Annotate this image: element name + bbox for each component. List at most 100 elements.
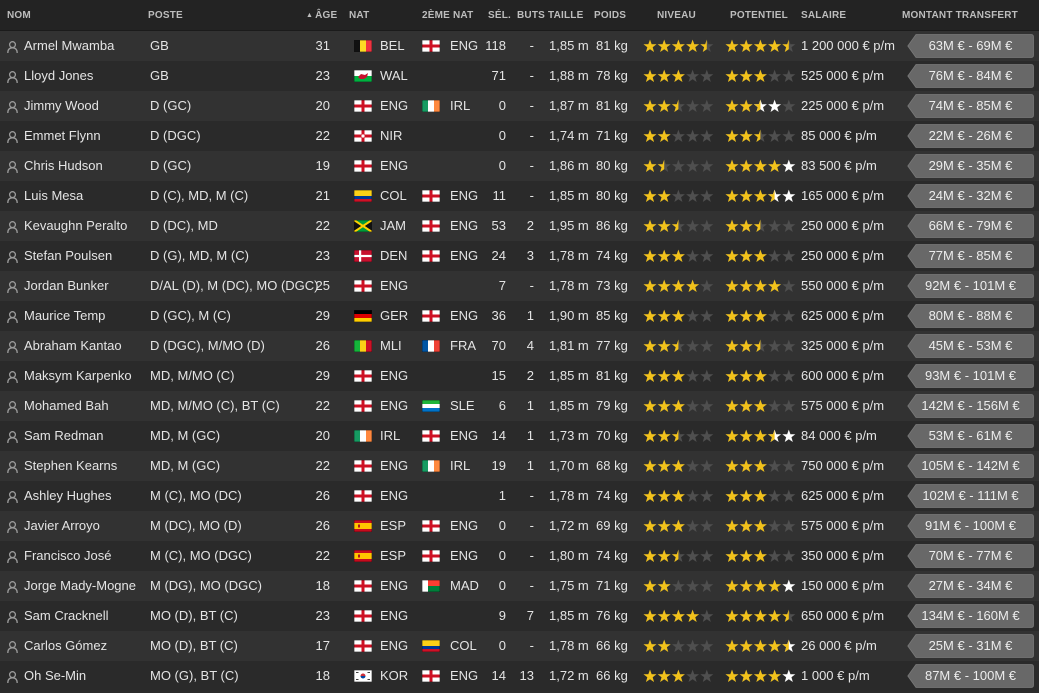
transfer-value-tag[interactable]: 91M € - 100M €: [907, 514, 1034, 538]
table-row[interactable]: Oh Se-Min MO (G), BT (C) 18 KOR ENG 14 13 1,72 …: [0, 661, 1039, 691]
player-icon: [7, 160, 18, 174]
table-row[interactable]: Jordan Bunker D/AL (D), M (DC), MO (DGC) 2…: [0, 271, 1039, 301]
transfer-value-tag[interactable]: 25M € - 31M €: [907, 634, 1034, 658]
column-header-goals[interactable]: BUTS: [517, 0, 545, 30]
table-row[interactable]: Mohamed Bah MD, M/MO (C), BT (C) 22 ENG SLE 6…: [0, 391, 1039, 421]
table-row[interactable]: Stephen Kearns MD, M (GC) 22 ENG IRL 19 1 1,70 …: [0, 451, 1039, 481]
column-header-caps[interactable]: SÉL.: [488, 0, 511, 30]
table-row[interactable]: Luis Mesa D (C), MD, M (C) 21 COL ENG 11 -1,85…: [0, 181, 1039, 211]
player-name[interactable]: Ashley Hughes: [24, 481, 111, 511]
column-header-name[interactable]: NOM: [7, 0, 31, 30]
column-header-weight[interactable]: POIDS: [594, 0, 626, 30]
potential-stars: [725, 249, 796, 262]
transfer-value-tag[interactable]: 22M € - 26M €: [907, 124, 1034, 148]
transfer-value-tag[interactable]: 29M € - 35M €: [907, 154, 1034, 178]
player-goals: -: [529, 188, 534, 203]
table-row[interactable]: Lloyd Jones GB 23 WAL 71 -1,88 m 78 kg 525 000 …: [0, 61, 1039, 91]
player-name[interactable]: Oh Se-Min: [24, 661, 86, 691]
table-row[interactable]: Sam Cracknell MO (D), BT (C) 23 ENG 9 7 1,85 m…: [0, 601, 1039, 631]
player-name[interactable]: Abraham Kantao: [24, 331, 122, 361]
column-header-ability[interactable]: NIVEAU: [657, 0, 696, 30]
player-name[interactable]: Chris Hudson: [24, 151, 103, 181]
column-header-age[interactable]: ÂGE: [306, 0, 337, 30]
column-header-salary[interactable]: SALAIRE: [801, 0, 846, 30]
player-name[interactable]: Kevaughn Peralto: [24, 211, 127, 241]
column-header-second-nationality[interactable]: 2ÈME NAT: [422, 0, 473, 30]
transfer-value-tag[interactable]: 24M € - 32M €: [907, 184, 1034, 208]
player-name[interactable]: Mohamed Bah: [24, 391, 109, 421]
flag-icon-bel: [354, 40, 372, 52]
transfer-value-tag[interactable]: 70M € - 77M €: [907, 544, 1034, 568]
player-name[interactable]: Javier Arroyo: [24, 511, 100, 541]
player-second-nationality: ENG: [450, 428, 479, 443]
table-row[interactable]: Maurice Temp D (GC), M (C) 29 GER ENG 36 1 1,90…: [0, 301, 1039, 331]
transfer-value-tag[interactable]: 93M € - 101M €: [907, 364, 1034, 388]
transfer-value-tag[interactable]: 134M € - 160M €: [907, 604, 1034, 628]
table-row[interactable]: Carlos Gómez MO (D), BT (C) 17 ENG COL 0 -1,78…: [0, 631, 1039, 661]
table-row[interactable]: Armel Mwamba GB 31 BEL ENG 118 -1,85 m 81 kg 1 2…: [0, 31, 1039, 61]
player-age: 18: [315, 668, 330, 683]
ability-star-fill-3: [671, 69, 685, 82]
transfer-value: 25M € - 31M €: [928, 638, 1013, 653]
column-header-nationality[interactable]: NAT: [349, 0, 369, 30]
player-name[interactable]: Sam Redman: [24, 421, 103, 451]
transfer-value-tag[interactable]: 63M € - 69M €: [907, 34, 1034, 58]
player-name[interactable]: Jordan Bunker: [24, 271, 109, 301]
table-row[interactable]: Jimmy Wood D (GC) 20 ENG IRL 0 -1,87 m 81 kg 225…: [0, 91, 1039, 121]
potential-star-fill-1: [725, 279, 739, 292]
ability-rating: [643, 669, 715, 683]
transfer-value-tag[interactable]: 66M € - 79M €: [907, 214, 1034, 238]
transfer-value-tag[interactable]: 27M € - 34M €: [907, 574, 1034, 598]
column-header-potential[interactable]: POTENTIEL: [730, 0, 788, 30]
transfer-value: 29M € - 35M €: [928, 158, 1013, 173]
potential-star-fill-4: [768, 639, 782, 652]
player-name[interactable]: Stefan Poulsen: [24, 241, 112, 271]
transfer-value-tag[interactable]: 87M € - 100M €: [907, 664, 1034, 688]
transfer-value-tag[interactable]: 102M € - 111M €: [907, 484, 1034, 508]
player-name[interactable]: Maksym Karpenko: [24, 361, 132, 391]
transfer-value-tag[interactable]: 76M € - 84M €: [907, 64, 1034, 88]
transfer-value-tag[interactable]: 92M € - 101M €: [907, 274, 1034, 298]
transfer-value-tag[interactable]: 80M € - 88M €: [907, 304, 1034, 328]
table-row[interactable]: Kevaughn Peralto D (DC), MD 22 JAM ENG 53 2 1,9…: [0, 211, 1039, 241]
flag-icon-ger: [354, 310, 372, 322]
table-row[interactable]: Chris Hudson D (GC) 19 ENG 0 -1,86 m 80 kg 83 5…: [0, 151, 1039, 181]
transfer-value-tag[interactable]: 142M € - 156M €: [907, 394, 1034, 418]
table-row[interactable]: Ashley Hughes M (C), MO (DC) 26 ENG 1 -1,78 m…: [0, 481, 1039, 511]
player-weight: 73 kg: [596, 278, 628, 293]
transfer-value-tag[interactable]: 53M € - 61M €: [907, 424, 1034, 448]
ability-star-fill-2: [657, 129, 671, 142]
player-name[interactable]: Luis Mesa: [24, 181, 83, 211]
player-name[interactable]: Carlos Gómez: [24, 631, 107, 661]
table-row[interactable]: Stefan Poulsen D (G), MD, M (C) 23 DEN ENG 24…: [0, 241, 1039, 271]
ability-star-fill-3: [671, 309, 685, 322]
table-row[interactable]: Abraham Kantao D (DGC), M/MO (D) 26 MLI FRA 7…: [0, 331, 1039, 361]
table-row[interactable]: Javier Arroyo M (DC), MO (D) 26 ESP ENG 0 -1,7…: [0, 511, 1039, 541]
transfer-value-tag[interactable]: 105M € - 142M €: [907, 454, 1034, 478]
table-row[interactable]: Emmet Flynn D (DGC) 22 NIR 0 -1,74 m 71 kg 85 0…: [0, 121, 1039, 151]
player-name[interactable]: Maurice Temp: [24, 301, 105, 331]
transfer-value-tag[interactable]: 74M € - 85M €: [907, 94, 1034, 118]
transfer-value-tag[interactable]: 45M € - 53M €: [907, 334, 1034, 358]
ability-star-5: [700, 579, 714, 592]
player-name[interactable]: Jorge Mady-Mogne: [24, 571, 136, 601]
player-name[interactable]: Lloyd Jones: [24, 61, 93, 91]
table-row[interactable]: Jorge Mady-Mogne M (DG), MO (DGC) 18 ENG MAD…: [0, 571, 1039, 601]
table-row[interactable]: Sam Redman MD, M (GC) 20 IRL ENG 14 1 1,73 m 70 …: [0, 421, 1039, 451]
player-name[interactable]: Francisco José: [24, 541, 111, 571]
column-header-transfer-value[interactable]: MONTANT TRANSFERT: [902, 0, 1018, 30]
ability-star-fill-2: [657, 669, 671, 682]
table-row[interactable]: Francisco José M (C), MO (DGC) 22 ESP ENG 0 -1…: [0, 541, 1039, 571]
player-goals: 2: [526, 218, 534, 233]
potential-star-5: [782, 279, 796, 292]
column-header-height[interactable]: TAILLE: [548, 0, 583, 30]
player-name[interactable]: Jimmy Wood: [24, 91, 99, 121]
column-header-position[interactable]: POSTE: [148, 0, 183, 30]
table-row[interactable]: Maksym Karpenko MD, M/MO (C) 29 ENG 15 2 1,85 …: [0, 361, 1039, 391]
player-name[interactable]: Emmet Flynn: [24, 121, 101, 151]
player-name[interactable]: Armel Mwamba: [24, 31, 114, 61]
player-name[interactable]: Sam Cracknell: [24, 601, 109, 631]
player-name[interactable]: Stephen Kearns: [24, 451, 117, 481]
transfer-value-tag[interactable]: 77M € - 85M €: [907, 244, 1034, 268]
ability-star-fill-2: [657, 39, 671, 52]
